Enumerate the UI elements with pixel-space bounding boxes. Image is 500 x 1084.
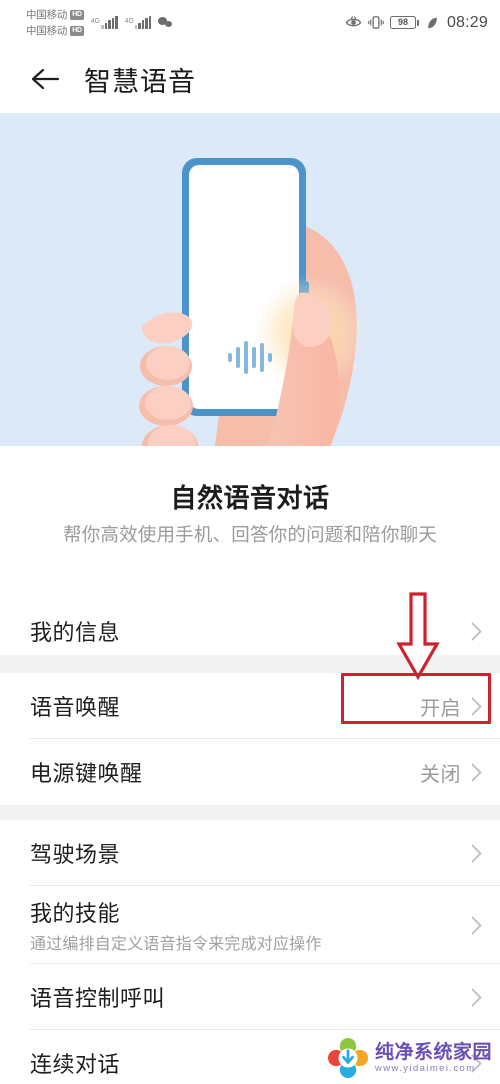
list-item-value: 开启 <box>420 697 461 720</box>
row-main: 我的信息 <box>30 615 471 647</box>
eye-comfort-icon <box>345 16 362 27</box>
row-main: 驾驶场景 <box>30 837 471 869</box>
chevron-right-icon <box>471 844 482 862</box>
row-main: 语音控制呼叫 <box>30 981 471 1013</box>
list-item-subtitle: 通过编排自定义语音指令来完成对应操作 <box>30 936 322 953</box>
list-item-label: 语音唤醒 <box>30 695 121 720</box>
hand-holding-phone-voice-illustration <box>0 113 500 446</box>
clock-label: 08:29 <box>446 13 488 31</box>
list-item-voice-wakeup[interactable]: 语音唤醒 开启 <box>0 673 500 739</box>
watermark: 纯净系统家园 www.yidaimei.com <box>327 1038 492 1078</box>
download-flower-logo <box>327 1038 368 1078</box>
row-main: 语音唤醒 <box>30 690 420 722</box>
list-item-power-key-wakeup[interactable]: 电源键唤醒 关闭 <box>0 739 500 805</box>
hd-badge-primary: HD <box>70 9 84 20</box>
status-bar-left: 中国移动 HD 中国移动 HD 4G 4G <box>26 7 173 38</box>
list-item-label: 语音控制呼叫 <box>30 986 166 1011</box>
chevron-right-icon <box>471 988 482 1006</box>
hero-headline: 自然语音对话 <box>170 483 330 513</box>
list-item-voice-call-control[interactable]: 语音控制呼叫 <box>0 964 500 1030</box>
back-arrow-icon[interactable] <box>30 66 60 92</box>
row-main: 电源键唤醒 <box>30 756 420 788</box>
signal-group-primary: 4G <box>91 16 118 29</box>
watermark-name: 纯净系统家园 <box>374 1041 492 1063</box>
charging-leaf-icon <box>428 17 437 28</box>
vibrate-icon <box>368 16 384 29</box>
list-item-label: 我的信息 <box>30 620 121 645</box>
status-bar-right: 98 08:29 <box>345 14 488 32</box>
battery-percent: 98 <box>397 17 408 27</box>
carrier-line-primary: 中国移动 HD <box>26 7 84 22</box>
list-item-label: 电源键唤醒 <box>30 761 143 786</box>
section-gap-2 <box>0 805 500 820</box>
carrier-name-primary: 中国移动 <box>26 9 68 21</box>
list-item-my-skills[interactable]: 我的技能 通过编排自定义语音指令来完成对应操作 <box>0 886 500 964</box>
wechat-icon <box>158 16 173 29</box>
hd-badge-secondary: HD <box>70 25 84 36</box>
chevron-right-icon <box>471 763 482 781</box>
battery-cap <box>416 19 419 26</box>
network-type-primary: 4G <box>90 18 101 25</box>
carrier-labels: 中国移动 HD 中国移动 HD <box>26 7 84 38</box>
watermark-text: 纯净系统家园 www.yidaimei.com <box>375 1043 492 1074</box>
phone-screen: 中国移动 HD 中国移动 HD 4G 4G 98 08:29 智慧语音 自然语音… <box>0 0 500 1084</box>
status-bar: 中国移动 HD 中国移动 HD 4G 4G 98 08:29 <box>0 0 500 45</box>
battery-body: 98 <box>389 16 416 29</box>
carrier-name-secondary: 中国移动 <box>26 25 68 37</box>
section-gap-1 <box>0 655 500 673</box>
list-item-label: 我的技能 <box>30 901 121 926</box>
hero-subhead: 帮你高效使用手机、回答你的问题和陪你聊天 <box>62 524 437 545</box>
settings-section-2: 语音唤醒 开启 电源键唤醒 关闭 <box>0 673 500 805</box>
hero-illustration <box>0 113 500 446</box>
list-item-value: 关闭 <box>420 763 461 786</box>
watermark-url: www.yidaimei.com <box>374 1062 476 1074</box>
list-item-driving-scene[interactable]: 驾驶场景 <box>0 820 500 886</box>
carrier-line-secondary: 中国移动 HD <box>26 23 84 38</box>
signal-group-secondary: 4G <box>125 16 152 29</box>
page-title: 智慧语音 <box>84 66 196 97</box>
chevron-right-icon <box>471 697 482 715</box>
row-main: 我的技能 通过编排自定义语音指令来完成对应操作 <box>30 896 471 954</box>
chevron-right-icon <box>471 916 482 934</box>
battery-icon: 98 <box>389 16 419 29</box>
title-bar: 智慧语音 <box>0 45 500 113</box>
signal-bars-icon-secondary <box>134 16 152 29</box>
network-type-secondary: 4G <box>124 18 134 25</box>
chevron-right-icon <box>471 622 482 640</box>
signal-bars-icon-primary <box>101 16 118 29</box>
list-item-label: 驾驶场景 <box>30 842 121 867</box>
